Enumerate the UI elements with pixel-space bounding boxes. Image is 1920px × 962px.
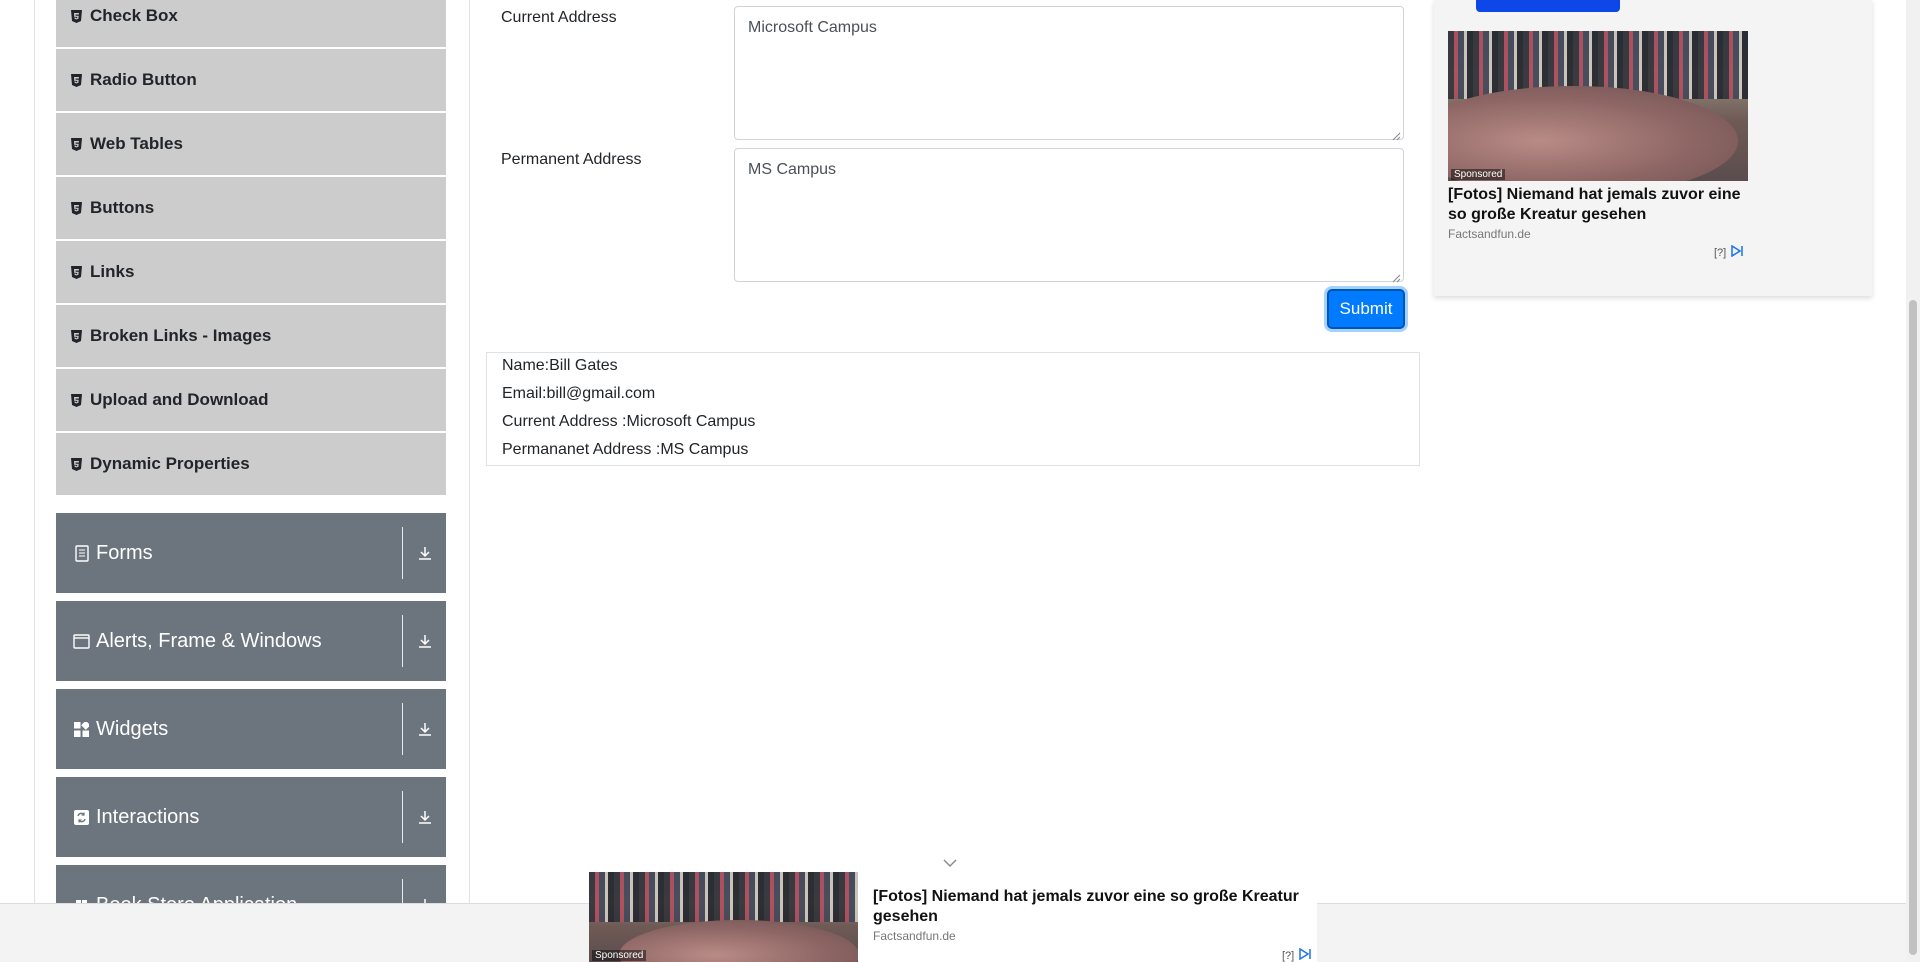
current-address-label: Current Address [501,9,617,26]
sidebar-group-interactions[interactable]: Interactions [56,777,446,857]
sidebar-item-label: Radio Button [90,70,197,89]
html5-icon [71,9,82,23]
download-icon[interactable] [403,513,446,593]
download-icon[interactable] [403,689,446,769]
output-email: Email:bill@gmail.com [502,385,656,402]
ad-image-creature [1448,86,1738,181]
sidebar-item-label: Broken Links - Images [90,326,272,345]
output-current-address: Current Address :Microsoft Campus [502,413,756,430]
sidebar-item-buttons[interactable]: Buttons [56,177,446,239]
current-address-textarea[interactable]: Microsoft Campus [734,6,1404,141]
permanent-address-value: MS Campus [748,161,837,178]
output-permanent-address: Permananet Address :MS Campus [502,441,749,458]
resize-handle-icon[interactable] [1392,128,1401,141]
group-label: Widgets [96,717,169,740]
submit-button[interactable]: Submit [1327,289,1405,329]
group-label: Forms [96,541,153,564]
document-icon [73,544,90,562]
sidebar-item-label: Buttons [90,198,155,217]
divider [402,791,403,843]
ad-title[interactable]: [Fotos] Niemand hat jemals zuvor eine so… [873,887,1303,927]
divider [402,615,403,667]
ad-info[interactable]: [?] [1282,947,1312,962]
html5-icon [71,201,82,215]
sponsored-ad-bottom[interactable]: Sponsored [Fotos] Niemand hat jemals zuv… [589,872,1317,962]
sponsored-ad-right[interactable]: Sponsored [Fotos] Niemand hat jemals zuv… [1434,0,1872,296]
sidebar-item-links[interactable]: Links [56,241,446,303]
ad-info-label: [?] [1714,246,1727,259]
current-address-value: Microsoft Campus [748,19,877,36]
permanent-address-label: Permanent Address [501,151,642,168]
sidebar-item-dynamic-properties[interactable]: Dynamic Properties [56,433,446,495]
sponsored-tag: Sponsored [1451,169,1506,180]
content-left-border [34,0,35,903]
adchoices-icon [1730,244,1744,260]
sidebar-item-label: Upload and Download [90,390,269,409]
sidebar-group-forms[interactable]: Forms [56,513,446,593]
html5-icon [71,393,82,407]
sponsored-tag: Sponsored [592,950,647,961]
ad-cta-button[interactable] [1476,0,1620,12]
output-name: Name:Bill Gates [502,357,618,374]
ad-image[interactable]: Sponsored [589,872,858,962]
ad-image[interactable]: Sponsored [1448,31,1748,181]
ad-info-label: [?] [1282,949,1295,962]
ad-image-creature [619,920,858,962]
group-label: Interactions [96,805,200,828]
sidebar-item-broken-links[interactable]: Broken Links - Images [56,305,446,367]
ad-source[interactable]: Factsandfun.de [1448,227,1531,241]
download-icon[interactable] [403,601,446,681]
divider [402,703,403,755]
sidebar-item-label: Links [90,262,135,281]
html5-icon [71,265,82,279]
sidebar-group-widgets[interactable]: Widgets [56,689,446,769]
html5-icon [71,329,82,343]
html5-icon [71,457,82,471]
sidebar-item-web-tables[interactable]: Web Tables [56,113,446,175]
chevron-down-icon[interactable] [943,855,957,873]
vertical-scrollbar[interactable] [1906,0,1920,962]
widgets-icon [73,721,90,738]
sidebar-item-label: Check Box [90,6,178,25]
sidebar-group-alerts[interactable]: Alerts, Frame & Windows [56,601,446,681]
permanent-address-textarea[interactable]: MS Campus [734,148,1404,283]
divider [402,527,403,579]
adchoices-icon [1298,947,1312,962]
scrollbar-thumb[interactable] [1909,300,1917,955]
window-icon [73,633,90,650]
sidebar-item-upload-download[interactable]: Upload and Download [56,369,446,431]
output-box: Name:Bill Gates Email:bill@gmail.com Cur… [486,352,1420,466]
download-icon[interactable] [403,777,446,857]
sidebar-item-check-box[interactable]: Check Box [56,0,446,47]
group-label: Alerts, Frame & Windows [96,629,322,652]
html5-icon [71,137,82,151]
html5-icon [71,73,82,87]
sidebar-item-label: Dynamic Properties [90,454,250,473]
ad-source[interactable]: Factsandfun.de [873,929,956,943]
ad-title[interactable]: [Fotos] Niemand hat jemals zuvor eine so… [1448,185,1748,225]
interactions-icon [73,809,90,826]
content-divider [469,0,470,903]
sidebar-item-radio-button[interactable]: Radio Button [56,49,446,111]
ad-image-crowd [589,872,858,922]
ad-info[interactable]: [?] [1714,244,1744,260]
resize-handle-icon[interactable] [1392,270,1401,283]
sidebar-item-label: Web Tables [90,134,183,153]
